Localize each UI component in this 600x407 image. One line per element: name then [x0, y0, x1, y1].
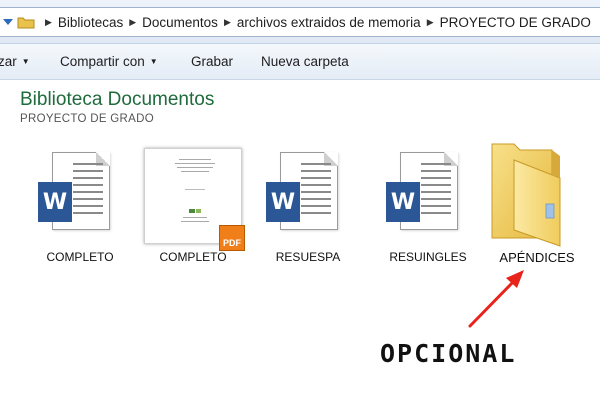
recent-locations-icon[interactable]: [1, 18, 15, 26]
file-name: RESUINGLES: [389, 250, 467, 264]
file-name: COMPLETO: [159, 250, 227, 264]
chevron-down-icon: ▼: [149, 57, 158, 66]
breadcrumb-separator-icon[interactable]: ▶: [45, 17, 52, 28]
breadcrumb-item-documentos[interactable]: Documentos: [142, 15, 218, 30]
new-folder-button[interactable]: Nueva carpeta: [261, 54, 349, 69]
address-bar: ▶ Bibliotecas ▶ Documentos ▶ archivos ex…: [0, 0, 600, 44]
burn-button[interactable]: Grabar: [191, 54, 233, 69]
chevron-down-icon: ▼: [21, 57, 30, 66]
folder-icon: [17, 15, 35, 29]
breadcrumb-item-archivos[interactable]: archivos extraidos de memoria: [237, 15, 421, 30]
new-folder-label: Nueva carpeta: [261, 54, 349, 69]
folder-name: APÉNDICES: [499, 250, 575, 265]
breadcrumb-separator-icon[interactable]: ▶: [427, 17, 434, 28]
organize-label: zar: [0, 54, 17, 69]
word-logo-icon: W: [266, 182, 300, 222]
file-item[interactable]: PDF COMPLETO: [140, 146, 250, 268]
file-item[interactable]: W RESUINGLES: [378, 148, 478, 268]
file-item[interactable]: W COMPLETO: [30, 148, 130, 268]
breadcrumb-item-proyecto[interactable]: PROYECTO DE GRADO: [440, 15, 591, 30]
breadcrumb-separator-icon[interactable]: ▶: [224, 17, 231, 28]
word-logo-icon: W: [386, 182, 420, 222]
library-title: Biblioteca Documentos: [20, 89, 215, 110]
address-field[interactable]: ▶ Bibliotecas ▶ Documentos ▶ archivos ex…: [0, 7, 600, 37]
file-item[interactable]: W RESUESPA: [258, 148, 358, 268]
share-with-button[interactable]: Compartir con ▼: [60, 54, 158, 69]
command-bar: zar ▼ Compartir con ▼ Grabar Nueva carpe…: [0, 44, 600, 80]
word-logo-icon: W: [38, 182, 72, 222]
pdf-icon: PDF: [219, 225, 245, 251]
library-subtitle: PROYECTO DE GRADO: [20, 113, 154, 125]
organize-button[interactable]: zar ▼: [0, 54, 30, 69]
burn-label: Grabar: [191, 54, 234, 69]
file-name: RESUESPA: [275, 250, 341, 264]
share-with-label: Compartir con: [60, 54, 145, 69]
file-name: COMPLETO: [46, 250, 114, 264]
annotation-label: OPCIONAL: [380, 339, 517, 368]
breadcrumb-item-bibliotecas[interactable]: Bibliotecas: [58, 15, 123, 30]
breadcrumb-separator-icon[interactable]: ▶: [129, 17, 136, 28]
folder-item[interactable]: APÉNDICES: [484, 138, 594, 272]
folder-icon: [491, 143, 561, 247]
